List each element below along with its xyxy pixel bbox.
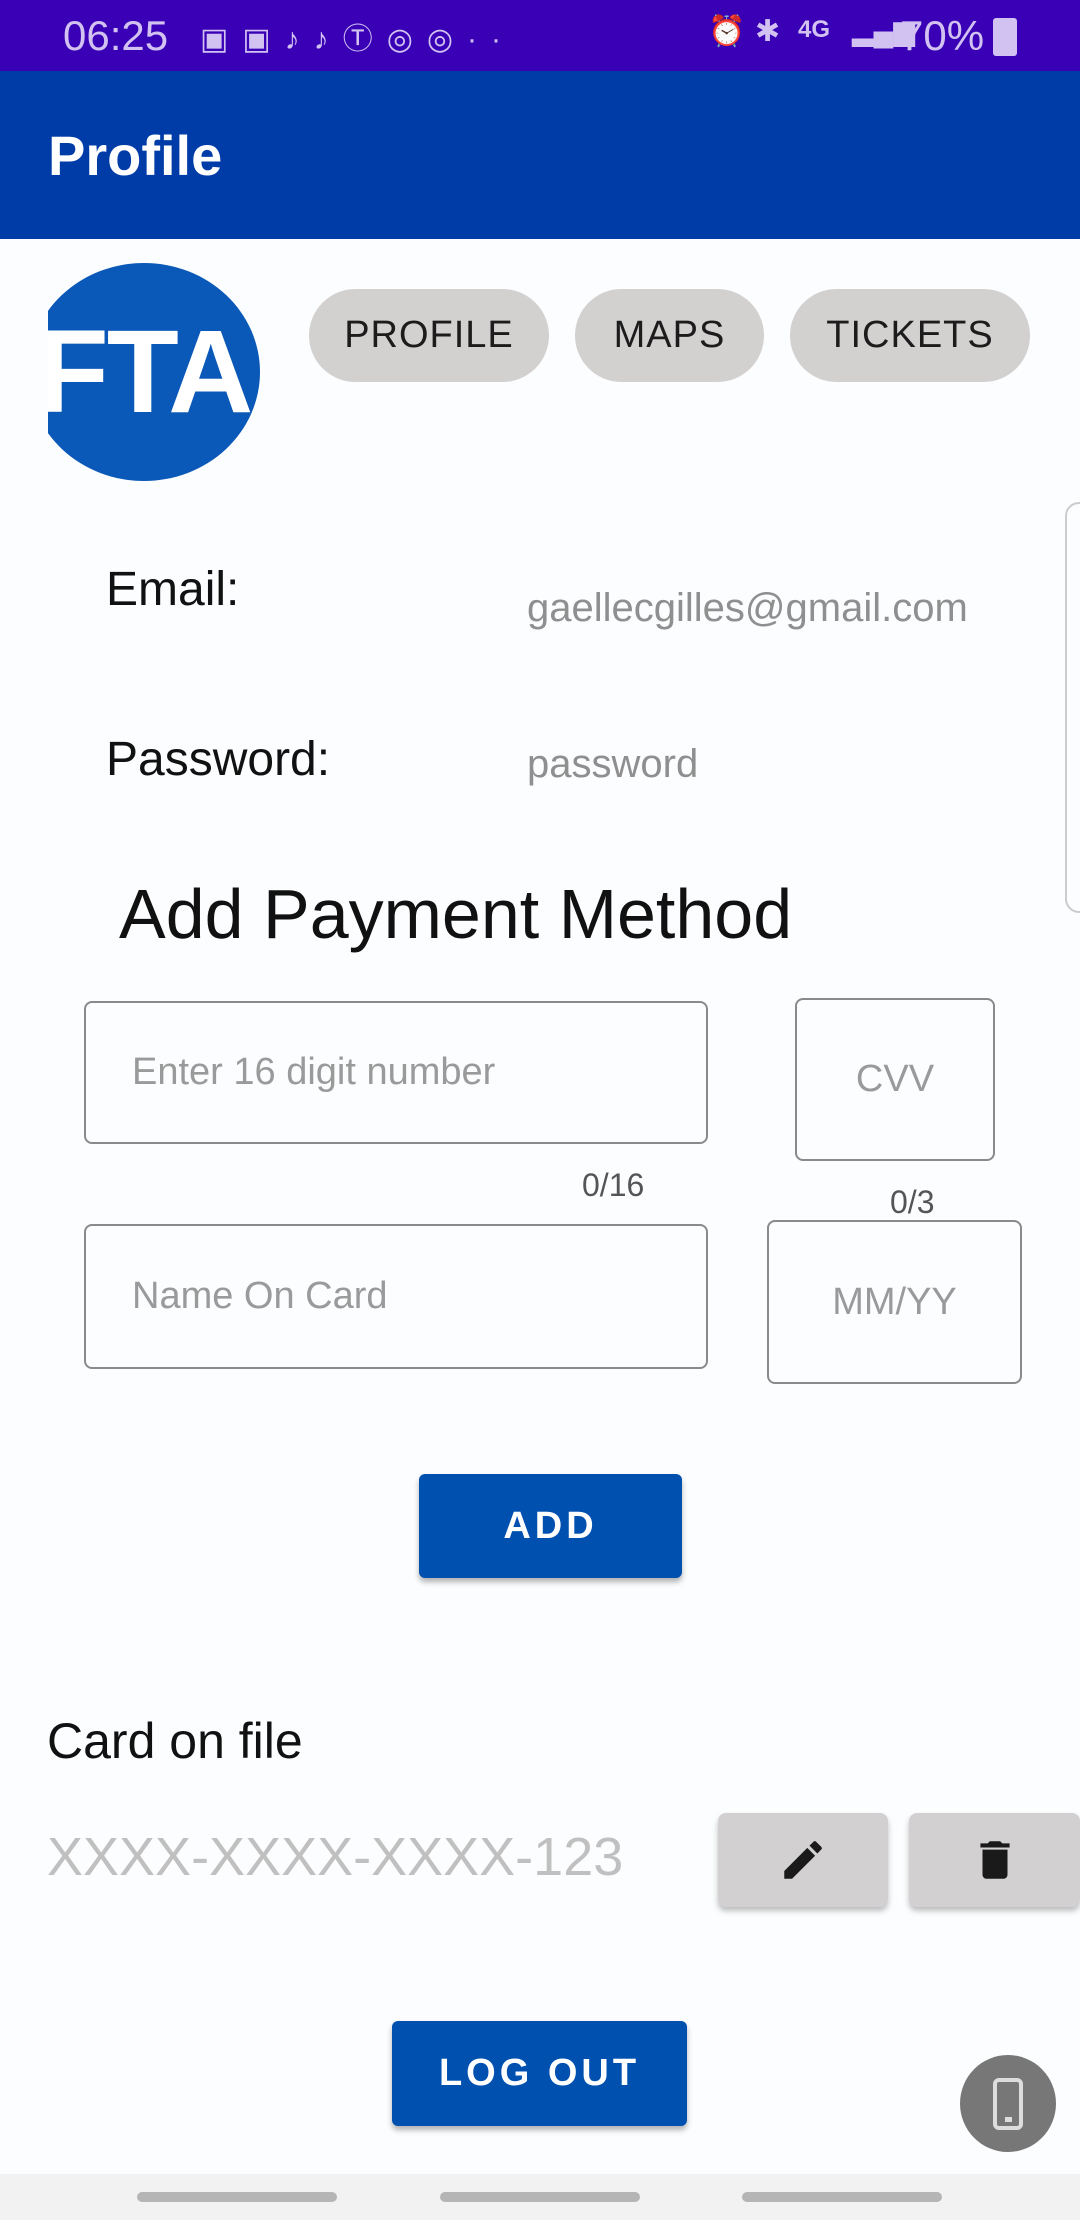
nav-recents[interactable]	[137, 2192, 337, 2202]
pencil-icon	[784, 1841, 822, 1879]
masked-card-number: XXXX-XXXX-XXXX-123	[47, 1827, 624, 1887]
chip-tickets[interactable]: TICKETS	[790, 289, 1030, 382]
battery-percent: 70%	[900, 12, 985, 59]
add-button[interactable]: ADD	[419, 1474, 682, 1578]
logout-button[interactable]: LOG OUT	[392, 2021, 687, 2126]
cvv-input[interactable]: CVV	[795, 998, 995, 1161]
card-number-counter: 0/16	[582, 1167, 645, 1203]
email-label: Email:	[106, 563, 240, 616]
delete-card-button[interactable]	[909, 1813, 1080, 1907]
nav-back[interactable]	[742, 2192, 942, 2202]
fta-logo: FTA	[48, 263, 260, 481]
phone-icon	[993, 2077, 1023, 2130]
cvv-placeholder: CVV	[855, 1058, 935, 1100]
cvv-counter: 0/3	[890, 1184, 935, 1220]
name-placeholder: Name On Card	[132, 1275, 388, 1317]
app-bar: Profile	[0, 71, 1080, 239]
alarm-icon: ⏰	[708, 15, 746, 48]
trash-icon	[979, 1841, 1010, 1879]
bluetooth-icon: ✱	[755, 15, 781, 48]
card-number-placeholder: Enter 16 digit number	[132, 1051, 496, 1093]
notification-icons: ▣▣♪♪Ⓣ◎◎··	[200, 23, 516, 56]
expiry-placeholder: MM/YY	[832, 1280, 957, 1323]
card-on-file-heading: Card on file	[47, 1713, 303, 1769]
chip-maps[interactable]: MAPS	[575, 289, 764, 382]
navigation-bar	[0, 2174, 1080, 2220]
name-on-card-input[interactable]: Name On Card	[84, 1224, 708, 1369]
status-time: 06:25	[63, 12, 169, 59]
expiry-input[interactable]: MM/YY	[767, 1220, 1022, 1384]
add-payment-heading: Add Payment Method	[119, 875, 793, 953]
password-value: password	[527, 742, 699, 786]
battery-icon	[993, 18, 1017, 56]
side-panel-handle[interactable]	[1065, 502, 1080, 913]
chip-profile[interactable]: PROFILE	[309, 289, 549, 382]
status-bar: 06:25 ▣▣♪♪Ⓣ◎◎·· ⏰ ✱ 4G ▂▄▆ 70%	[0, 0, 1080, 71]
page-title: Profile	[48, 124, 223, 187]
edit-card-button[interactable]	[718, 1813, 888, 1907]
card-number-input[interactable]: Enter 16 digit number	[84, 1001, 708, 1144]
network-type: 4G	[798, 16, 831, 43]
password-label: Password:	[106, 733, 331, 786]
email-value: gaellecgilles@gmail.com	[527, 586, 968, 630]
nav-home[interactable]	[440, 2192, 640, 2202]
floating-phone-button[interactable]	[960, 2055, 1056, 2152]
